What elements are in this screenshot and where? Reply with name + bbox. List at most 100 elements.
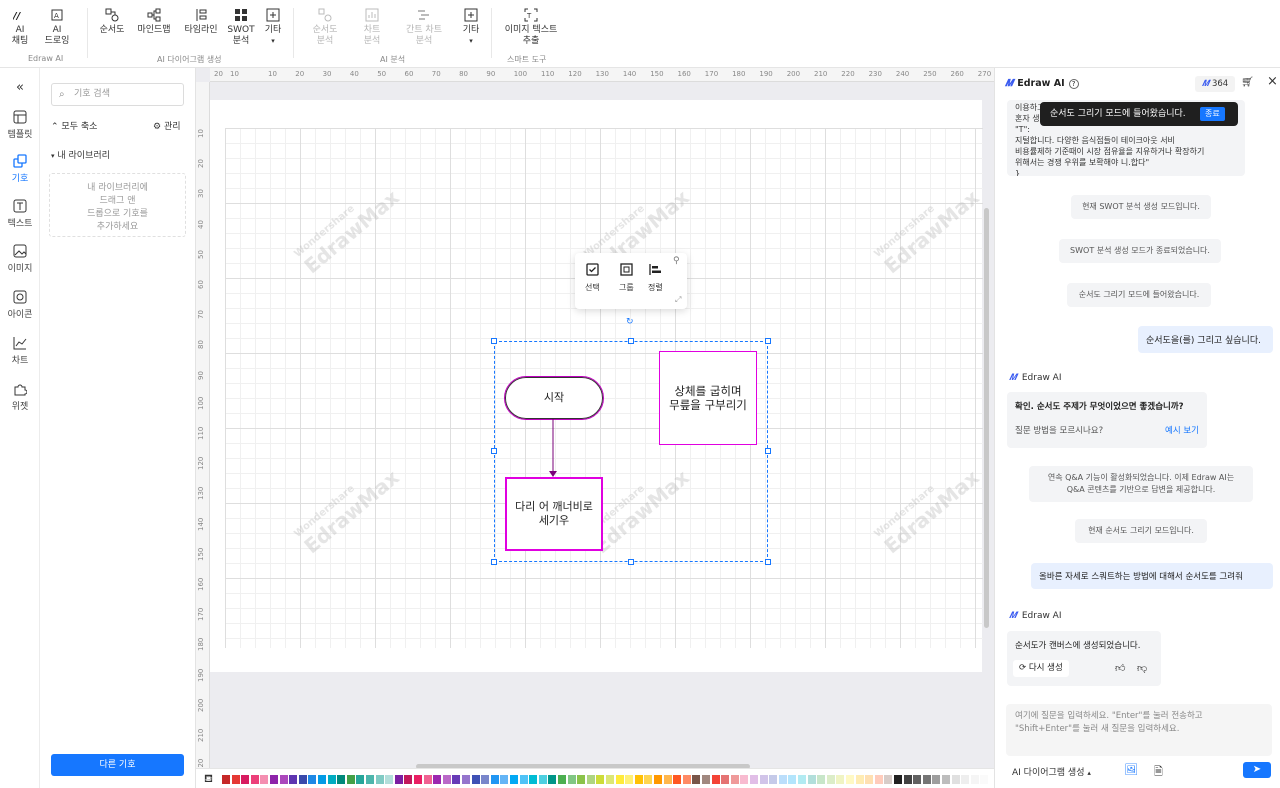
show-example-link[interactable]: 예시 보기: [1165, 424, 1199, 436]
color-swatch[interactable]: [663, 775, 672, 784]
color-swatch[interactable]: [279, 775, 288, 784]
color-swatch[interactable]: [942, 775, 950, 784]
color-swatch[interactable]: [682, 775, 691, 784]
resize-handle[interactable]: [628, 559, 634, 565]
color-swatch[interactable]: [366, 775, 374, 784]
flowchart-process-shape-2[interactable]: 상체를 굽히며 무릎을 구부리기: [659, 351, 757, 445]
color-swatch[interactable]: [510, 775, 518, 784]
chat-input[interactable]: 여기에 질문을 입력하세요. "Enter"를 눌러 전송하고 "Shift+E…: [1006, 704, 1272, 756]
flowchart-start-shape[interactable]: 시작: [504, 376, 604, 420]
rail-item-icons[interactable]: 아이콘: [0, 290, 40, 320]
color-swatch[interactable]: [442, 775, 451, 784]
paint-bucket-icon[interactable]: ⛾: [204, 772, 213, 787]
resize-handle[interactable]: [765, 338, 771, 344]
vertical-scrollbar[interactable]: [984, 208, 989, 628]
rail-item-widgets[interactable]: 위젯: [0, 382, 40, 412]
color-swatch[interactable]: [385, 775, 394, 784]
color-swatch[interactable]: [558, 775, 566, 784]
color-swatch[interactable]: [250, 775, 259, 784]
close-icon[interactable]: ×: [1267, 74, 1278, 89]
color-swatch[interactable]: [769, 775, 778, 784]
color-swatch[interactable]: [961, 775, 970, 784]
color-swatch[interactable]: [404, 775, 413, 784]
color-swatch[interactable]: [289, 775, 298, 784]
color-swatch[interactable]: [606, 775, 614, 784]
diagram-more-button[interactable]: 기타 ▾: [263, 8, 283, 47]
color-swatch[interactable]: [846, 775, 854, 784]
image-text-extract-button[interactable]: T 이미지 텍스트 추출: [502, 8, 560, 47]
analysis-more-button[interactable]: 기타 ▾: [461, 8, 481, 47]
manage-button[interactable]: ⚙ 관리: [153, 119, 181, 132]
color-swatch[interactable]: [270, 775, 278, 784]
color-swatch[interactable]: [318, 775, 326, 784]
color-swatch[interactable]: [970, 775, 979, 784]
color-swatch[interactable]: [308, 775, 317, 784]
resize-handle[interactable]: [765, 559, 771, 565]
color-swatch[interactable]: [951, 775, 960, 784]
help-icon[interactable]: ?: [1068, 78, 1079, 89]
color-swatch[interactable]: [894, 775, 902, 784]
flowchart-analysis-button[interactable]: 순서도 분석: [310, 8, 340, 47]
color-swatch[interactable]: [750, 775, 758, 784]
color-swatch[interactable]: [577, 775, 586, 784]
thumbs-down-icon[interactable]: 👎︎: [1137, 662, 1147, 674]
color-swatch[interactable]: [548, 775, 557, 784]
color-swatch[interactable]: [337, 775, 346, 784]
color-swatch[interactable]: [644, 775, 653, 784]
resize-handle[interactable]: [628, 338, 634, 344]
my-library-toggle[interactable]: ▾ 내 라이브러리: [51, 148, 110, 161]
color-swatch[interactable]: [519, 775, 528, 784]
color-swatch[interactable]: [222, 775, 230, 784]
color-swatch[interactable]: [807, 775, 816, 784]
group-button[interactable]: 그룹: [619, 263, 634, 293]
color-swatch[interactable]: [884, 775, 893, 784]
color-swatch[interactable]: [529, 775, 538, 784]
regenerate-button[interactable]: ⟳ 다시 생성: [1013, 660, 1069, 677]
color-swatch[interactable]: [481, 775, 490, 784]
color-swatch[interactable]: [702, 775, 710, 784]
rotate-icon[interactable]: ↻: [626, 317, 634, 327]
color-swatch[interactable]: [836, 775, 845, 784]
color-swatch[interactable]: [452, 775, 461, 784]
send-button[interactable]: ➤: [1243, 762, 1271, 778]
exit-mode-button[interactable]: 종료: [1200, 107, 1225, 121]
color-swatch[interactable]: [500, 775, 509, 784]
color-swatch[interactable]: [740, 775, 749, 784]
rail-item-symbols[interactable]: 기호: [0, 154, 40, 184]
collapse-all-button[interactable]: ⌃ 모두 축소: [51, 119, 97, 132]
color-swatch[interactable]: [634, 775, 643, 784]
rail-item-text[interactable]: 텍스트: [0, 199, 40, 229]
color-swatch[interactable]: [673, 775, 682, 784]
color-swatch[interactable]: [327, 775, 336, 784]
color-swatch[interactable]: [394, 775, 403, 784]
credits-badge[interactable]: 𝑴 364: [1195, 76, 1235, 92]
color-swatch[interactable]: [241, 775, 250, 784]
image-upload-icon[interactable]: 🖼︎: [1124, 763, 1138, 776]
color-swatch[interactable]: [788, 775, 797, 784]
color-swatch[interactable]: [654, 775, 662, 784]
color-swatch[interactable]: [922, 775, 931, 784]
color-swatch[interactable]: [874, 775, 883, 784]
thumbs-up-icon[interactable]: 👍︎: [1115, 662, 1125, 674]
document-icon[interactable]: 🗎: [1154, 763, 1163, 782]
color-swatch[interactable]: [567, 775, 576, 784]
color-swatch[interactable]: [798, 775, 806, 784]
symbol-search-input[interactable]: ⌕ 기호 검색: [51, 83, 184, 106]
resize-handle[interactable]: [491, 448, 497, 454]
color-swatch[interactable]: [231, 775, 240, 784]
more-symbols-button[interactable]: 다른 기호: [51, 754, 184, 776]
color-swatch[interactable]: [625, 775, 634, 784]
swot-button[interactable]: SWOT 분석: [227, 8, 255, 47]
color-swatch[interactable]: [903, 775, 912, 784]
color-swatch[interactable]: [826, 775, 835, 784]
color-swatch[interactable]: [414, 775, 422, 784]
color-swatch[interactable]: [356, 775, 365, 784]
color-swatch[interactable]: [615, 775, 624, 784]
color-swatch[interactable]: [471, 775, 480, 784]
rail-item-chart[interactable]: 차트: [0, 336, 40, 366]
resize-handle[interactable]: [765, 448, 771, 454]
flowchart-button[interactable]: 순서도: [98, 8, 126, 36]
rail-item-image[interactable]: 이미지: [0, 244, 40, 274]
color-swatch[interactable]: [778, 775, 787, 784]
color-swatch[interactable]: [865, 775, 874, 784]
